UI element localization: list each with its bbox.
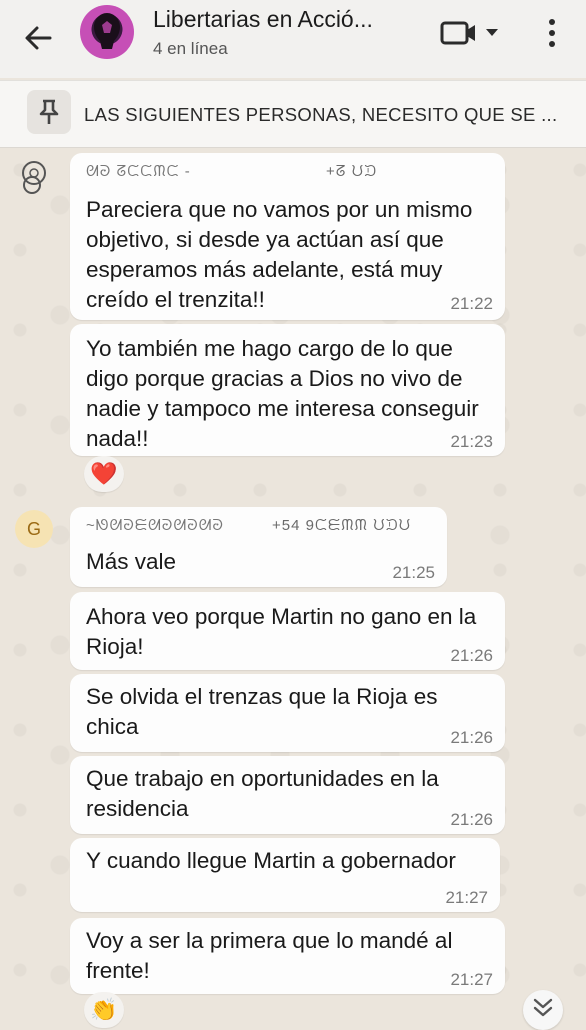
message-text: Y cuando llegue Martin a gobernador (86, 848, 456, 873)
group-avatar[interactable] (80, 5, 134, 59)
message-text: Se olvida el trenzas que la Rioja es chi… (86, 684, 438, 739)
message-bubble[interactable]: ~ᘚᘛᘒᙓᘛᘒᘛᘒᘛᘒ +54 9ᙅᙓᙏᙏ ᙀᙃᙀ Más vale 21:25 (70, 507, 447, 587)
sender-name: ᘛᘒ ᘔᙅᙅᙏᙅ - +ᘔ ᙀᙃ (86, 163, 378, 180)
message-text: Que trabajo en oportunidades en la resid… (86, 766, 439, 821)
sender-name: ~ᘚᘛᘒᙓᘛᘒᘛᘒᘛᘒ +54 9ᙅᙓᙏᙏ ᙀᙃᙀ (86, 517, 412, 534)
online-status: 4 en línea (153, 39, 228, 58)
lion-logo-icon (94, 13, 120, 49)
message-time: 21:27 (445, 888, 488, 907)
message-time: 21:26 (450, 810, 493, 829)
chat-header: Libertarias en Acció... 4 en línea (0, 0, 586, 78)
message-text: Yo también me hago cargo de lo que digo … (86, 336, 479, 451)
message-text: Más vale (86, 549, 177, 574)
pinned-message-bar[interactable]: LAS SIGUIENTES PERSONAS, NECESITO QUE SE… (0, 80, 586, 148)
message-bubble[interactable]: Se olvida el trenzas que la Rioja es chi… (70, 674, 505, 752)
double-chevron-down-icon (533, 998, 553, 1017)
sender-phone: +54 9ᙅᙓᙏᙏ ᙀᙃᙀ (272, 517, 412, 534)
message-bubble[interactable]: Ahora veo porque Martin no gano en la Ri… (70, 592, 505, 670)
pinned-message-text: LAS SIGUIENTES PERSONAS, NECESITO QUE SE… (84, 104, 558, 125)
message-text: Voy a ser la primera que lo mandé al fre… (86, 928, 453, 983)
message-time: 21:26 (450, 728, 493, 747)
message-time: 21:23 (450, 432, 493, 451)
message-bubble[interactable]: Y cuando llegue Martin a gobernador 21:2… (70, 838, 500, 912)
clapping-reaction[interactable]: 👏 (84, 992, 124, 1028)
message-text: Ahora veo porque Martin no gano en la Ri… (86, 604, 477, 659)
message-time: 21:27 (450, 970, 493, 989)
video-call-icon[interactable] (440, 18, 502, 48)
sender-phone: +ᘔ ᙀᙃ (326, 163, 378, 180)
chat-title[interactable]: Libertarias en Acció... (153, 6, 373, 33)
more-options-icon[interactable] (540, 16, 564, 50)
message-time: 21:26 (450, 646, 493, 665)
message-bubble[interactable]: ᘛᘒ ᘔᙅᙅᙏᙅ - +ᘔ ᙀᙃ Pareciera que no vamos … (70, 153, 505, 320)
message-text: Pareciera que no vamos por un mismo obje… (86, 197, 473, 312)
sender-avatar[interactable]: G (15, 510, 53, 548)
message-bubble[interactable]: Voy a ser la primera que lo mandé al fre… (70, 918, 505, 994)
sender-avatar[interactable] (15, 158, 53, 196)
message-bubble[interactable]: Que trabajo en oportunidades en la resid… (70, 756, 505, 834)
message-bubble[interactable]: Yo también me hago cargo de lo que digo … (70, 324, 505, 456)
scroll-to-bottom-button[interactable] (523, 990, 563, 1030)
message-time: 21:22 (450, 294, 493, 313)
back-arrow-icon[interactable] (20, 20, 56, 56)
message-time: 21:25 (392, 563, 435, 582)
heart-reaction[interactable]: ❤️ (84, 456, 124, 492)
pin-icon (27, 90, 71, 134)
